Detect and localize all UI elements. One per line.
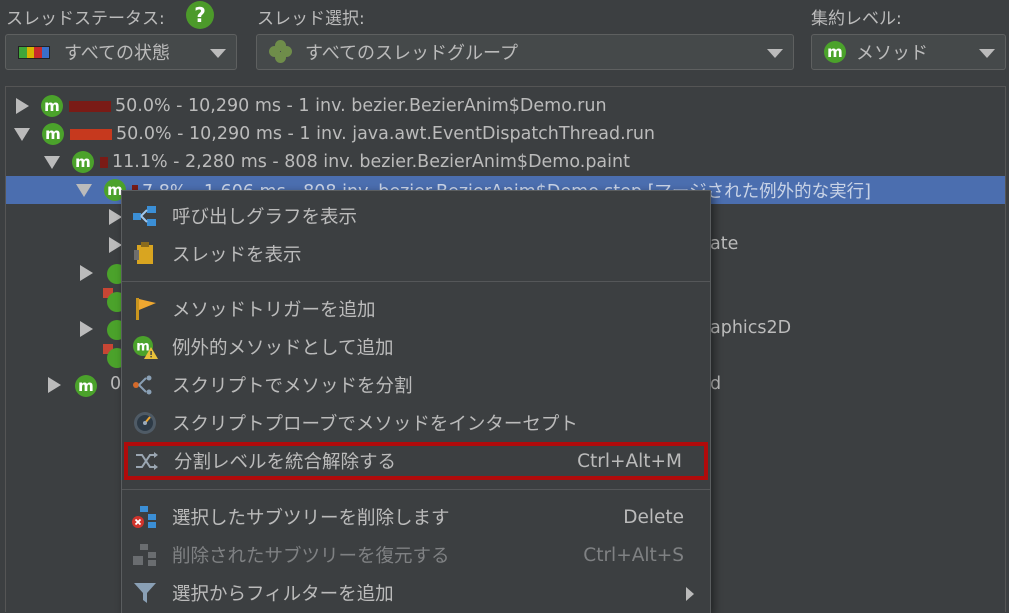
shuffle-icon [136,452,158,470]
thread-group-icon [269,40,293,64]
thread-status-label: スレッドステータス: [6,9,165,29]
tree-row-fragment: 0 [110,374,122,394]
tree-row[interactable]: m 50.0% - 10,290 ms - 1 inv. bezier.Bezi… [6,92,1005,120]
thread-icon [134,242,153,264]
aggregation-level-label: 集約レベル: [811,9,902,29]
thread-status-icon [18,45,50,59]
collapse-arrow-icon[interactable] [76,183,92,197]
call-graph-icon [133,206,156,226]
context-menu: 呼び出しグラフを表示 スレッドを表示 メソッドトリガーを追加 m 例外的メソッド… [121,190,711,613]
percentage-bar [100,156,108,168]
help-icon[interactable]: ? [186,1,214,29]
expand-arrow-icon[interactable] [80,321,93,337]
menu-item-add-method-trigger[interactable]: メソッドトリガーを追加 [122,290,710,328]
thread-status-dropdown[interactable]: すべての状態 [5,34,237,70]
menu-item-label: 例外的メソッドとして追加 [172,338,394,359]
menu-item-label: 選択からフィルターを追加 [172,584,394,605]
exceptional-method-icon: m [133,336,158,359]
menu-item-show-thread[interactable]: スレッドを表示 [122,235,710,273]
menu-item-label: 削除されたサブツリーを復元する [172,546,450,567]
menu-item-unmerge-split-level[interactable]: 分割レベルを統合解除する Ctrl+Alt+M [124,442,708,480]
method-icon: m [42,123,64,145]
menu-item-shortcut: Ctrl+Alt+S [583,544,684,566]
chevron-down-icon [767,49,783,58]
menu-item-add-exceptional-method[interactable]: m 例外的メソッドとして追加 [122,328,710,366]
thread-select-label: スレッド選択: [257,9,365,29]
method-icon: m [824,41,846,63]
percentage-bar [70,128,112,140]
tree-row-fragment: aphics2D [710,318,792,338]
tree-row-label: 50.0% - 10,290 ms - 1 inv. java.awt.Even… [116,124,656,144]
menu-item-delete-subtree[interactable]: 選択したサブツリーを削除します Delete [122,498,710,536]
menu-separator [122,489,710,490]
restore-subtree-icon [133,544,156,566]
expand-arrow-icon[interactable] [16,98,29,114]
menu-item-intercept-method-probe[interactable]: スクリプトプローブでメソッドをインターセプト [122,404,710,442]
filter-icon [134,583,156,603]
method-icon: m [75,375,97,397]
aggregation-level-dropdown[interactable]: m メソッド [811,34,1006,70]
tree-row-fragment: d [710,374,722,394]
expand-arrow-icon[interactable] [48,377,61,393]
chevron-down-icon [979,49,995,58]
collapse-arrow-icon[interactable] [14,127,30,141]
tree-row[interactable]: m 50.0% - 10,290 ms - 1 inv. java.awt.Ev… [6,120,1005,148]
split-icon [133,375,152,395]
menu-item-label: 選択したサブツリーを削除します [172,508,450,529]
flag-icon [136,298,156,320]
collapse-arrow-icon[interactable] [44,155,60,169]
menu-item-label: 呼び出しグラフを表示 [172,207,358,228]
expand-arrow-icon[interactable] [80,265,93,281]
menu-item-label: メソッドトリガーを追加 [172,300,376,321]
thread-select-value: すべてのスレッドグループ [305,43,518,64]
tree-row-fragment: ate [710,234,739,254]
menu-item-label: 分割レベルを統合解除する [174,452,397,473]
menu-separator [122,281,710,282]
method-icon: m [72,151,94,173]
svg-text:m: m [136,340,150,355]
probe-gauge-icon [134,412,156,434]
aggregation-level-value: メソッド [856,43,928,64]
tree-row-label: 50.0% - 10,290 ms - 1 inv. bezier.Bezier… [115,96,607,116]
submenu-arrow-icon [686,587,694,601]
menu-item-shortcut: Ctrl+Alt+M [577,450,682,472]
delete-subtree-icon [132,506,156,528]
tree-row-label: 11.1% - 2,280 ms - 808 inv. bezier.Bezie… [112,152,630,172]
menu-item-add-filter[interactable]: 選択からフィルターを追加 [122,574,710,612]
thread-status-value: すべての状態 [64,43,171,64]
chevron-down-icon [210,49,226,58]
percentage-bar [69,100,111,112]
menu-item-split-method-script[interactable]: スクリプトでメソッドを分割 [122,366,710,404]
menu-item-shortcut: Delete [623,506,684,528]
menu-item-label: スクリプトでメソッドを分割 [172,376,413,397]
menu-item-show-call-graph[interactable]: 呼び出しグラフを表示 [122,197,710,235]
menu-item-restore-subtree[interactable]: 削除されたサブツリーを復元する Ctrl+Alt+S [122,536,710,574]
method-icon: m [41,95,63,117]
thread-select-dropdown[interactable]: すべてのスレッドグループ [256,34,794,70]
menu-item-label: スクリプトプローブでメソッドをインターセプト [172,414,578,435]
tree-row[interactable]: m 11.1% - 2,280 ms - 808 inv. bezier.Bez… [6,148,1005,176]
menu-item-label: スレッドを表示 [172,245,302,266]
